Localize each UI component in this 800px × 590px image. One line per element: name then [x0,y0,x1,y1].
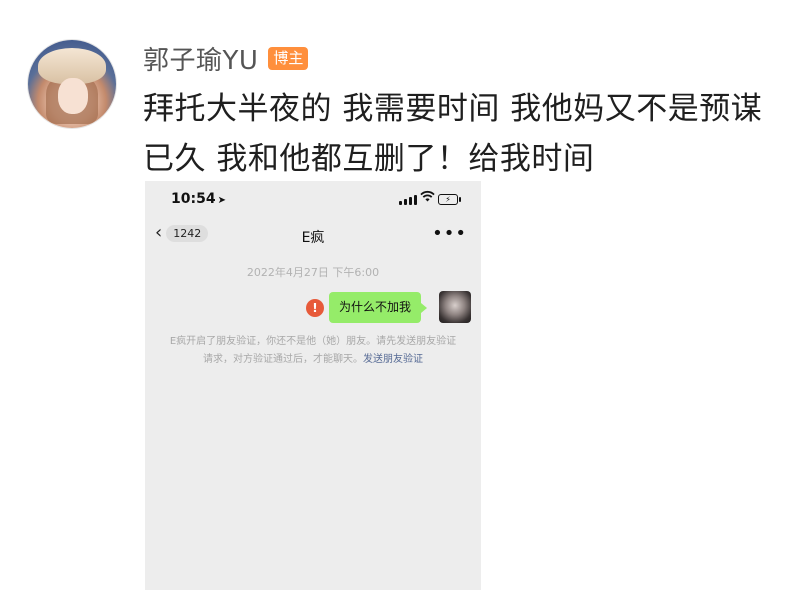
more-dots-icon[interactable]: ••• [432,223,467,244]
post-text-line: 拜托大半夜的 我需要时间 我他妈又不是预谋 [143,91,763,127]
chat-screenshot-image[interactable]: 10:54 ➤ ⚡ ‹ 1242 E疯 ••• 2022年4月27日 下午6:00… [145,181,481,590]
chat-navbar: ‹ 1242 E疯 ••• [145,217,481,253]
sender-avatar[interactable] [439,291,471,323]
status-time: 10:54 ➤ [171,191,226,207]
blogger-badge: 博主 [268,47,309,70]
signal-icon [399,195,417,205]
error-exclamation-icon[interactable]: ! [306,299,324,317]
status-bar: 10:54 ➤ ⚡ [145,181,481,217]
user-avatar[interactable] [28,40,116,128]
post-header: 郭子瑜YU 博主 [143,40,309,77]
username[interactable]: 郭子瑜YU [143,40,258,77]
message-bubble[interactable]: 为什么不加我 [329,292,428,323]
post-text: 拜托大半夜的 我需要时间 我他妈又不是预谋 已久 我和他都互删了！给我时间 [143,84,783,184]
send-verification-link[interactable]: 发送朋友验证 [363,354,423,365]
location-arrow-icon: ➤ [217,195,226,206]
message-timestamp: 2022年4月27日 下午6:00 [246,266,380,279]
system-notice: E疯开启了朋友验证，你还不是他（她）朋友。请先发送朋友验证请求，对方验证通过后，… [167,333,459,369]
battery-charging-icon: ⚡ [438,194,461,205]
avatar-face [58,78,88,114]
message-row: ! 为什么不加我 [145,291,481,327]
wifi-icon [420,190,435,206]
post-text-line: 已久 我和他都互删了！给我时间 [143,141,595,177]
chat-title: E疯 [301,230,325,246]
